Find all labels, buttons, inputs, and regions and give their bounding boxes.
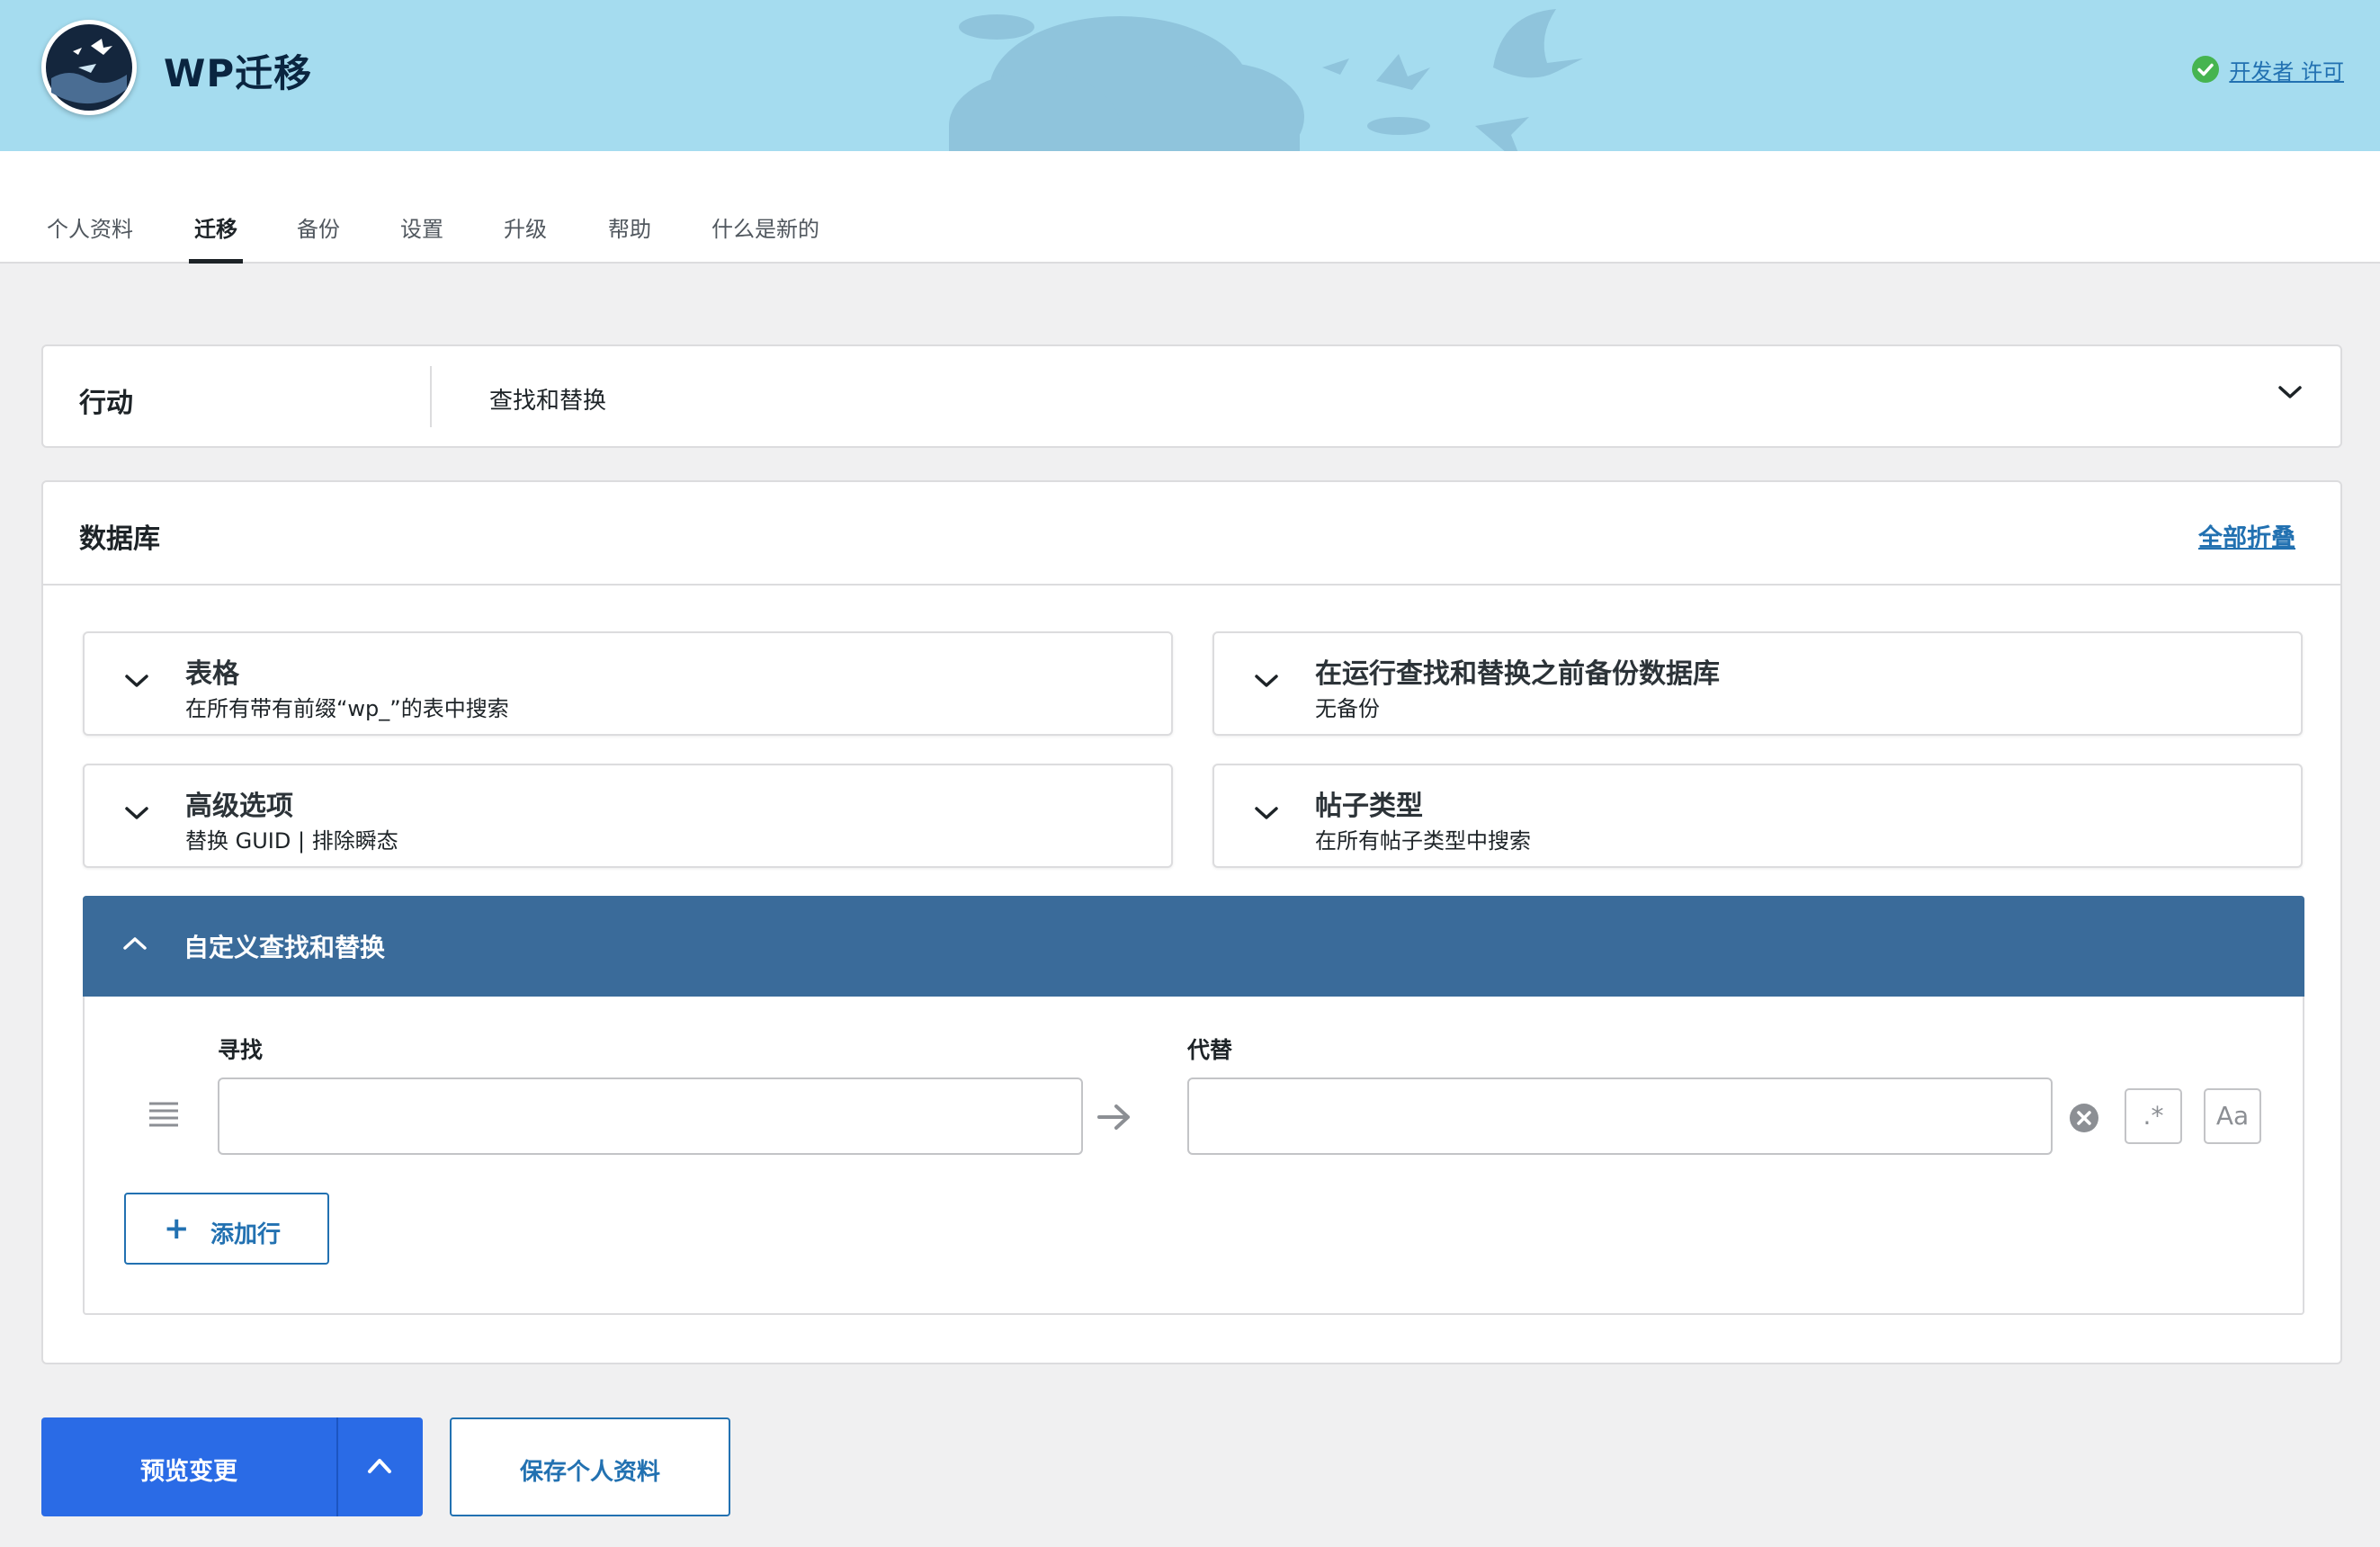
chevron-down-icon bbox=[125, 675, 148, 687]
chevron-up-icon[interactable] bbox=[365, 1450, 394, 1482]
chevron-up-icon bbox=[123, 937, 147, 950]
save-profile-button[interactable]: 保存个人资料 bbox=[450, 1417, 730, 1516]
tab-settings[interactable]: 设置 bbox=[400, 214, 443, 264]
custom-find-replace: 自定义查找和替换 寻找 代替 .* Aa + 添加行 bbox=[83, 896, 2304, 1315]
custom-find-replace-title: 自定义查找和替换 bbox=[183, 933, 386, 962]
arrow-right-icon bbox=[1097, 1104, 1130, 1130]
card-title: 高级选项 bbox=[185, 791, 293, 822]
tab-help[interactable]: 帮助 bbox=[608, 214, 651, 264]
geese-logo-icon bbox=[46, 24, 132, 111]
card-subtitle: 在所有帖子类型中搜索 bbox=[1315, 828, 1531, 854]
tab-upgrade[interactable]: 升级 bbox=[504, 214, 547, 264]
advanced-options-card[interactable]: 高级选项 替换 GUID | 排除瞬态 bbox=[83, 764, 1173, 868]
save-profile-label: 保存个人资料 bbox=[519, 1459, 660, 1486]
backup-before-card[interactable]: 在运行查找和替换之前备份数据库 无备份 bbox=[1212, 631, 2303, 736]
replace-input[interactable] bbox=[1187, 1078, 2053, 1155]
tab-bar: 个人资料 迁移 备份 设置 升级 帮助 什么是新的 bbox=[0, 151, 2380, 264]
action-select[interactable]: 行动 查找和替换 bbox=[41, 344, 2342, 448]
regex-toggle-button[interactable]: .* bbox=[2125, 1088, 2182, 1144]
action-divider bbox=[430, 366, 432, 427]
check-circle-icon bbox=[2192, 56, 2220, 83]
card-title: 在运行查找和替换之前备份数据库 bbox=[1315, 658, 1720, 690]
case-sensitive-toggle-button[interactable]: Aa bbox=[2204, 1088, 2261, 1144]
app-logo bbox=[41, 20, 137, 115]
card-title: 帖子类型 bbox=[1315, 791, 1423, 822]
database-title: 数据库 bbox=[79, 523, 160, 555]
card-subtitle: 无备份 bbox=[1315, 696, 1380, 721]
plus-icon: + bbox=[164, 1211, 190, 1247]
chevron-down-icon bbox=[125, 807, 148, 819]
tab-whats-new[interactable]: 什么是新的 bbox=[711, 214, 819, 264]
tab-migrate[interactable]: 迁移 bbox=[189, 214, 243, 264]
license-status: 开发者 许可 bbox=[2191, 54, 2344, 85]
drag-handle-icon[interactable] bbox=[148, 1101, 180, 1128]
header-illustration bbox=[949, 9, 1583, 151]
chevron-down-icon[interactable] bbox=[2277, 384, 2303, 400]
license-link[interactable]: 开发者 许可 bbox=[2229, 54, 2344, 85]
chevron-down-icon bbox=[1255, 807, 1278, 819]
add-row-label: 添加行 bbox=[210, 1221, 282, 1248]
card-subtitle: 在所有带有前缀“wp_”的表中搜索 bbox=[185, 696, 509, 721]
post-types-card[interactable]: 帖子类型 在所有帖子类型中搜索 bbox=[1212, 764, 2303, 868]
preview-divider bbox=[336, 1417, 338, 1516]
find-label: 寻找 bbox=[218, 1037, 264, 1063]
card-title: 表格 bbox=[185, 658, 239, 690]
database-panel: 数据库 全部折叠 表格 在所有带有前缀“wp_”的表中搜索 在运行查找和替换之前… bbox=[41, 480, 2342, 1364]
preview-changes-label: 预览变更 bbox=[140, 1458, 237, 1486]
app-title: WP迁移 bbox=[164, 51, 313, 95]
app-header: WP迁移 开发者 许可 bbox=[0, 0, 2380, 151]
find-input[interactable] bbox=[218, 1078, 1083, 1155]
chevron-down-icon bbox=[1255, 675, 1278, 687]
card-subtitle: 替换 GUID | 排除瞬态 bbox=[185, 828, 398, 854]
tab-profile[interactable]: 个人资料 bbox=[47, 214, 133, 264]
tab-backup[interactable]: 备份 bbox=[297, 214, 340, 264]
database-header: 数据库 全部折叠 bbox=[43, 482, 2340, 586]
preview-changes-button[interactable]: 预览变更 bbox=[41, 1417, 423, 1516]
clear-circle-icon[interactable] bbox=[2069, 1103, 2099, 1133]
tables-card[interactable]: 表格 在所有带有前缀“wp_”的表中搜索 bbox=[83, 631, 1173, 736]
replace-label: 代替 bbox=[1187, 1037, 1233, 1063]
action-label: 行动 bbox=[79, 388, 133, 419]
add-row-button[interactable]: + 添加行 bbox=[124, 1193, 329, 1265]
action-value: 查找和替换 bbox=[489, 388, 607, 415]
collapse-all-link[interactable]: 全部折叠 bbox=[2198, 518, 2295, 553]
custom-find-replace-header[interactable]: 自定义查找和替换 bbox=[83, 896, 2304, 997]
